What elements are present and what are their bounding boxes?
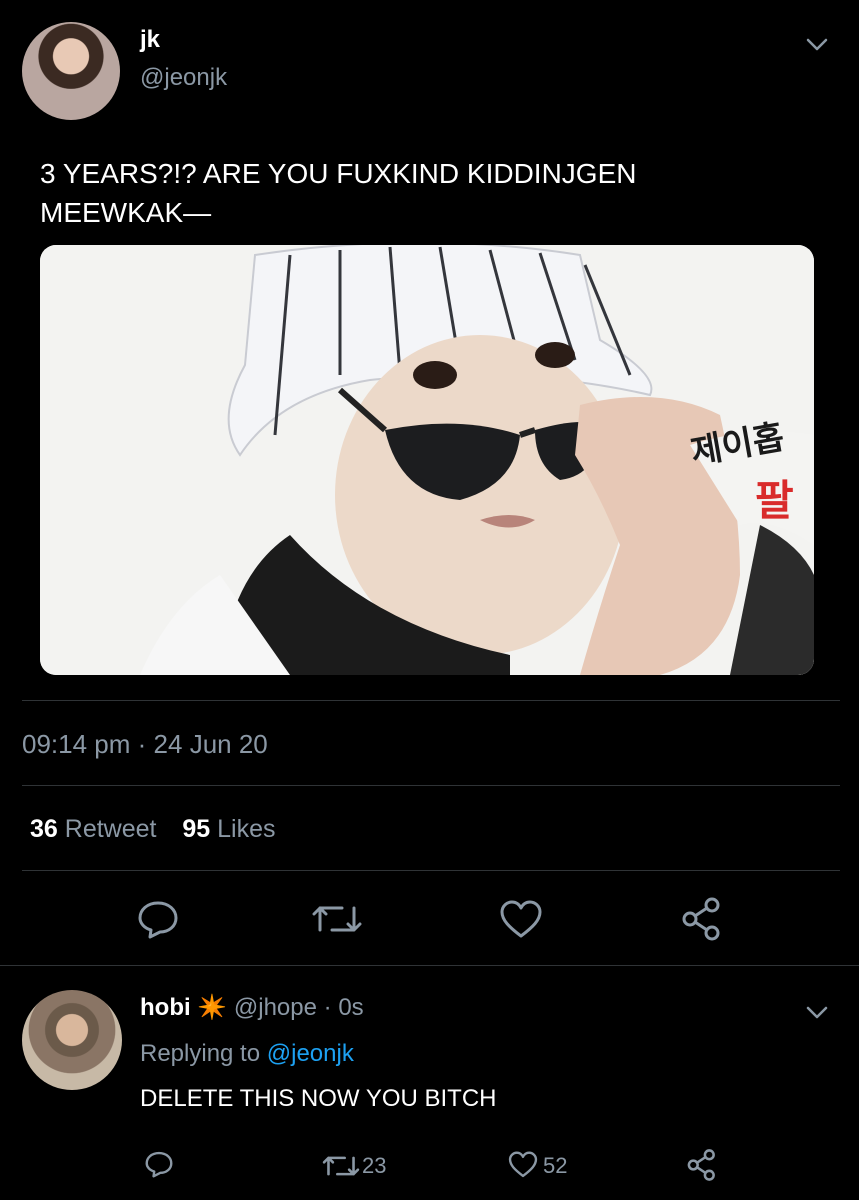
author-name[interactable]: jk [140,26,160,54]
author-avatar[interactable] [22,22,120,120]
tweet-media-image[interactable]: 제이홉 팔 [40,245,814,675]
reply-separator: · [323,994,332,1021]
divider [22,785,840,786]
tweet-time: 09:14 pm [22,729,131,759]
retweet-icon[interactable] [312,900,362,938]
reply-icon[interactable] [136,899,180,939]
divider [0,965,859,966]
reply-author-name[interactable]: hobi [140,994,191,1021]
replying-to-handle[interactable]: @jeonjk [267,1040,354,1067]
divider [22,870,840,871]
author-handle[interactable]: @jeonjk [140,64,227,92]
retweet-icon[interactable] [322,1152,360,1180]
tweet-timestamp[interactable]: 09:14 pm · 24 Jun 20 [22,729,268,760]
tweet-stats: 36 Retweet 95 Likes [30,815,276,844]
reply-header: hobi ✴️ @jhope · 0s [140,993,364,1022]
timestamp-separator: · [137,729,147,759]
like-count[interactable]: 95 [182,815,210,843]
heart-icon[interactable] [499,900,543,940]
reply-author-handle[interactable]: @jhope [234,994,317,1021]
reply-text: DELETE THIS NOW YOU BITCH [140,1085,497,1112]
chevron-down-icon[interactable] [806,38,828,52]
retweet-count[interactable]: 36 [30,815,58,843]
like-label[interactable]: Likes [217,815,275,843]
reply-icon[interactable] [144,1150,174,1178]
media-overlay-text-2: 팔 [755,477,794,524]
chevron-down-icon[interactable] [806,1006,828,1020]
replying-to: Replying to @jeonjk [140,1040,354,1068]
divider [22,700,840,701]
reply-retweet-count: 23 [362,1153,387,1178]
tweet-text-line2: MEEWKAK— [40,197,212,228]
retweet-label[interactable]: Retweet [65,815,157,843]
share-icon[interactable] [680,897,724,941]
reply-age: 0s [338,994,364,1021]
replying-label: Replying to [140,1040,261,1067]
reply-like-count: 52 [543,1153,568,1178]
star-emoji-icon: ✴️ [197,994,228,1021]
tweet-date: 24 Jun 20 [153,729,268,759]
heart-icon[interactable] [508,1151,538,1179]
tweet-text-line1: 3 YEARS?!? ARE YOU FUXKIND KIDDINJGEN [40,158,637,189]
share-icon[interactable] [686,1149,718,1181]
reply-author-avatar[interactable] [22,990,122,1090]
